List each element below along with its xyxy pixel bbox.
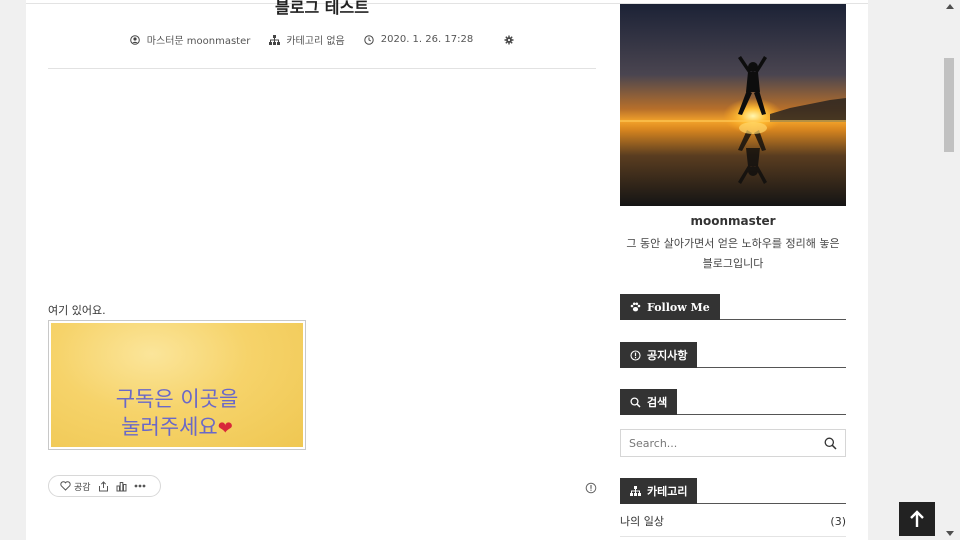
profile-image[interactable]	[620, 4, 846, 206]
search-icon	[630, 396, 641, 408]
title-divider	[48, 68, 596, 69]
heart-outline-icon	[60, 481, 71, 491]
clock-icon	[363, 34, 375, 46]
scroll-down-arrow[interactable]	[946, 531, 954, 536]
subscribe-banner[interactable]: 구독은 이곳을 눌러주세요❤	[48, 320, 306, 450]
user-icon	[129, 34, 141, 46]
info-circle-icon	[630, 349, 641, 361]
page: 블로그 테스트 마스터문 moonmaster 카테고리 없음 2020. 1.…	[26, 0, 868, 540]
blog-description: 그 동안 살아가면서 얻은 노하우를 정리해 놓은 블로그입니다	[626, 237, 840, 270]
scrollbar-thumb[interactable]	[944, 58, 954, 152]
banner-line-2-text: 눌러주세요	[121, 415, 218, 439]
follow-me-title: Follow Me	[647, 300, 710, 314]
search-title: 검색	[647, 396, 668, 409]
gear-icon[interactable]	[503, 34, 515, 46]
category-count: (3)	[830, 514, 846, 528]
arrow-up-icon	[910, 510, 924, 527]
more-icon[interactable]	[134, 484, 146, 488]
banner-image[interactable]: 구독은 이곳을 눌러주세요❤	[51, 323, 303, 447]
category-name[interactable]: 나의 일상	[620, 513, 664, 529]
category-widget-header: 카테고리	[620, 478, 846, 504]
post-body-text: 여기 있어요.	[48, 304, 106, 317]
report-icon[interactable]	[585, 479, 597, 494]
post-title[interactable]: 블로그 테스트	[26, 0, 618, 18]
search-widget-header: 검색	[620, 389, 846, 415]
heart-icon: ❤	[217, 418, 233, 439]
category-divider	[620, 536, 846, 537]
scroll-to-top-button[interactable]	[899, 502, 935, 536]
share-icon[interactable]	[98, 480, 109, 492]
search-box	[620, 429, 846, 457]
reaction-bar: 공감	[48, 475, 161, 497]
post-date: 2020. 1. 26. 17:28	[380, 34, 474, 45]
banner-line-2: 눌러주세요❤	[121, 413, 233, 443]
notice-widget-header: 공지사항	[620, 342, 846, 368]
stats-icon[interactable]	[116, 481, 127, 492]
vertical-scrollbar[interactable]	[942, 0, 960, 540]
sitemap-icon	[268, 34, 280, 46]
sitemap-icon	[630, 486, 641, 496]
category-item[interactable]: 나의 일상 (3)	[620, 511, 846, 531]
blog-name[interactable]: moonmaster	[620, 214, 846, 228]
like-button[interactable]: 공감	[60, 480, 91, 493]
scroll-up-arrow[interactable]	[946, 4, 954, 9]
notice-title: 공지사항	[647, 349, 688, 362]
paw-icon	[630, 302, 641, 312]
like-label: 공감	[74, 482, 91, 493]
search-submit-icon[interactable]	[824, 437, 837, 450]
category-title: 카테고리	[647, 485, 688, 498]
search-input[interactable]	[621, 430, 817, 456]
banner-line-1: 구독은 이곳을	[115, 387, 239, 411]
post-meta: 마스터문 moonmaster 카테고리 없음 2020. 1. 26. 17:…	[26, 32, 618, 47]
post-author[interactable]: 마스터문 moonmaster	[147, 32, 251, 47]
post-category[interactable]: 카테고리 없음	[286, 32, 344, 47]
follow-me-widget-header: Follow Me	[620, 294, 846, 320]
